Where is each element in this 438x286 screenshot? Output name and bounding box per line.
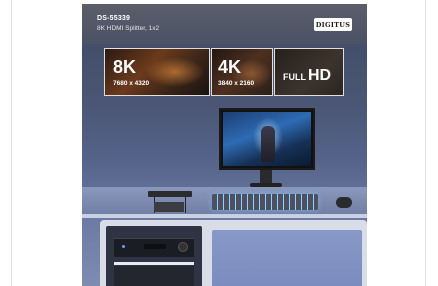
product-photo[interactable]: DS-55339 8K HDMI Splitter, 1x2 DIGITUS 8… xyxy=(82,4,367,286)
monitor-screen xyxy=(223,112,311,166)
keyboard xyxy=(212,194,318,210)
brand-logo-text: DIGITUS xyxy=(315,20,351,29)
product-name: 8K HDMI Splitter, 1x2 xyxy=(97,25,160,32)
banner-8k-title: 8K xyxy=(113,57,137,77)
product-sku: DS-55339 xyxy=(97,15,131,22)
monitor-stand-neck xyxy=(260,170,272,184)
brand-logo: DIGITUS xyxy=(314,18,352,31)
shelf-divider xyxy=(114,262,194,265)
cabinet-door-right xyxy=(212,230,362,286)
receiver-knob xyxy=(178,242,188,252)
banner-8k-resolution: 7680 x 4320 xyxy=(113,80,150,87)
desk-edge xyxy=(82,214,367,218)
game-character xyxy=(261,126,275,162)
page-frame: DS-55339 8K HDMI Splitter, 1x2 DIGITUS 8… xyxy=(0,0,438,286)
banner-full-hd-title: FULL HD xyxy=(283,67,331,85)
hdmi-splitter-box xyxy=(154,202,184,212)
banner-4k-title: 4K xyxy=(218,57,242,77)
receiver-indicator xyxy=(122,245,125,248)
banner-4k: 4K 3840 x 2160 xyxy=(211,48,273,96)
receiver-display xyxy=(144,244,166,249)
thumbnail-border-left xyxy=(11,0,12,286)
banner-full-hd-prefix: FULL xyxy=(283,72,306,82)
banner-glow xyxy=(145,57,205,87)
banner-4k-resolution: 3840 x 2160 xyxy=(218,80,255,87)
thumbnail-border-right xyxy=(425,0,426,286)
banner-8k: 8K 7680 x 4320 xyxy=(104,48,210,96)
mouse xyxy=(336,197,352,208)
monitor xyxy=(219,108,315,170)
banner-full-hd-big: HD xyxy=(308,67,332,84)
second-device xyxy=(114,266,194,286)
banner-full-hd: FULL HD xyxy=(274,48,344,96)
